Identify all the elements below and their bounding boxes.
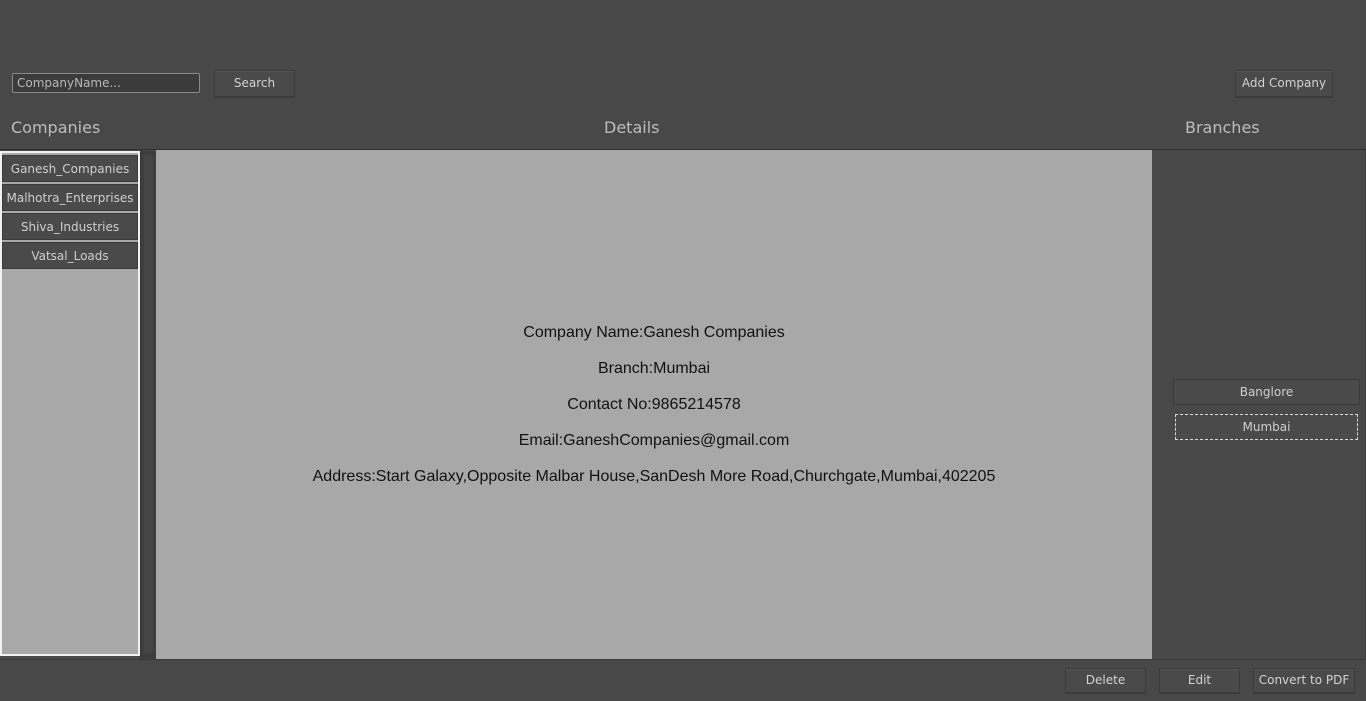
scrollbar-thumb[interactable]: [144, 155, 153, 653]
company-item[interactable]: Vatsal_Loads: [2, 242, 138, 269]
company-item[interactable]: Shiva_Industries: [2, 213, 138, 240]
detail-branch: Branch:Mumbai: [597, 360, 711, 377]
details-panel: Company Name:Ganesh Companies Branch:Mum…: [156, 150, 1152, 659]
branches-header: Branches: [1185, 118, 1260, 137]
app-window: Search Add Company Companies Details Bra…: [0, 0, 1366, 701]
branches-panel: Banglore Mumbai: [1152, 150, 1366, 659]
details-header: Details: [604, 118, 660, 137]
detail-contact: Contact No:9865214578: [567, 396, 741, 413]
bottom-divider: [0, 659, 1366, 660]
edit-button[interactable]: Edit: [1159, 668, 1240, 693]
add-company-button[interactable]: Add Company: [1235, 70, 1333, 97]
companies-header: Companies: [11, 118, 101, 137]
search-button[interactable]: Search: [214, 70, 295, 97]
company-item[interactable]: Malhotra_Enterprises: [2, 184, 138, 211]
detail-company-name: Company Name:Ganesh Companies: [523, 324, 785, 341]
company-search-input[interactable]: [12, 73, 200, 93]
company-list: Ganesh_Companies Malhotra_Enterprises Sh…: [0, 151, 140, 656]
detail-email: Email:GaneshCompanies@gmail.com: [518, 432, 790, 449]
company-list-scrollbar[interactable]: [140, 151, 156, 659]
detail-address: Address:Start Galaxy,Opposite Malbar Hou…: [312, 468, 996, 485]
branch-item[interactable]: Banglore: [1173, 379, 1360, 405]
convert-to-pdf-button[interactable]: Convert to PDF: [1253, 668, 1355, 693]
company-item[interactable]: Ganesh_Companies: [2, 155, 138, 182]
branch-item-selected[interactable]: Mumbai: [1175, 414, 1358, 440]
delete-button[interactable]: Delete: [1065, 668, 1146, 693]
